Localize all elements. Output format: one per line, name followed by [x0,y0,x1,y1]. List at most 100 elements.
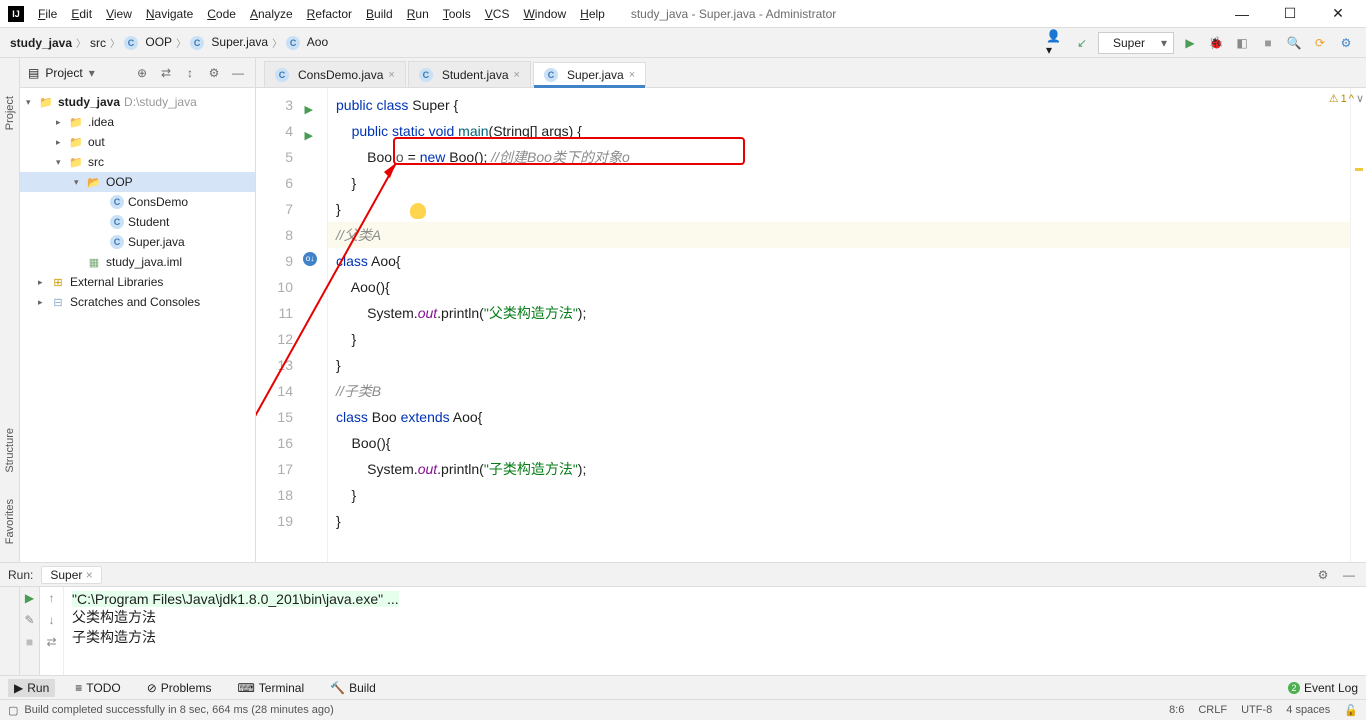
breadcrumb-item[interactable]: C OOP [124,35,172,50]
bottom-tab-terminal[interactable]: ⌨Terminal [231,679,310,697]
tree-item[interactable]: ▸📁.idea [20,112,255,132]
tree-item[interactable]: ▾📁src [20,152,255,172]
sync-icon[interactable]: ⟳ [1310,33,1330,53]
event-log-button[interactable]: 2 Event Log [1288,681,1358,695]
tree-item[interactable]: CSuper.java [20,232,255,252]
code-line[interactable]: System.out.println("父类构造方法"); [328,300,1350,326]
code-line[interactable]: public class Super { [328,92,1350,118]
maximize-button[interactable]: ☐ [1270,2,1310,26]
tree-item[interactable]: ▸📁out [20,132,255,152]
editor-tab[interactable]: CConsDemo.java× [264,61,406,87]
code-line[interactable]: } [328,326,1350,352]
coverage-button[interactable]: ◧ [1232,33,1252,53]
bottom-tab-problems[interactable]: ⊘Problems [141,679,218,697]
breadcrumb-item[interactable]: study_java [10,36,72,50]
menu-run[interactable]: Run [401,3,435,25]
code-line[interactable]: } [328,352,1350,378]
minimize-button[interactable]: — [1222,2,1262,26]
warnings-badge[interactable]: ⚠1 ^ ∨ [1329,92,1364,105]
tree-item[interactable]: CConsDemo [20,192,255,212]
run-config-selector[interactable]: Super ▾ [1098,32,1174,54]
structure-tool-tab[interactable]: Structure [4,420,16,481]
status-indicator-icon[interactable]: ▢ [8,704,18,717]
menu-edit[interactable]: Edit [65,3,98,25]
select-opened-icon[interactable]: ⊕ [133,64,151,82]
breadcrumb-item[interactable]: src [90,36,106,50]
code-line[interactable]: System.out.println("子类构造方法"); [328,456,1350,482]
collapse-icon[interactable]: ↕ [181,64,199,82]
menu-navigate[interactable]: Navigate [140,3,199,25]
build-icon[interactable]: ↙ [1072,33,1092,53]
editor-tab[interactable]: CSuper.java× [533,62,646,88]
menu-code[interactable]: Code [201,3,242,25]
search-icon[interactable]: 🔍 [1284,33,1304,53]
file-encoding[interactable]: UTF-8 [1241,704,1272,717]
settings-icon[interactable]: ⚙ [1336,33,1356,53]
indent-setting[interactable]: 4 spaces [1286,704,1330,717]
run-tab[interactable]: Super × [41,566,101,584]
code-line[interactable]: Aoo(){ [328,274,1350,300]
bottom-tab-build[interactable]: 🔨Build [324,679,382,697]
code-line[interactable]: } [328,196,1350,222]
expand-icon[interactable]: ⇄ [157,64,175,82]
user-icon[interactable]: 👤▾ [1046,33,1066,53]
warning-mark[interactable] [1355,168,1363,171]
code-line[interactable]: } [328,508,1350,534]
readonly-lock-icon[interactable]: 🔓 [1344,704,1358,717]
code-line[interactable]: class Aoo{ [328,248,1350,274]
tree-root[interactable]: ▾ 📁 study_java D:\study_java [20,92,255,112]
project-view-icon[interactable]: ▤ [28,66,39,80]
line-separator[interactable]: CRLF [1198,704,1227,717]
console-output[interactable]: "C:\Program Files\Java\jdk1.8.0_201\bin\… [64,587,1366,675]
hide-panel-icon[interactable]: — [229,64,247,82]
caret-position[interactable]: 8:6 [1169,704,1184,717]
close-tab-icon[interactable]: × [388,69,394,81]
code-line[interactable]: class Boo extends Aoo{ [328,404,1350,430]
run-hide-icon[interactable]: — [1340,566,1358,584]
favorites-tool-tab[interactable]: Favorites [4,491,16,552]
menu-analyze[interactable]: Analyze [244,3,299,25]
code-line[interactable]: //父类A [328,222,1350,248]
code-area[interactable]: 3▶4▶56789o↓10111213141516171819 public c… [256,88,1366,562]
code-line[interactable]: } [328,482,1350,508]
code-line[interactable]: //子类B [328,378,1350,404]
gear-icon[interactable]: ⚙ [205,64,223,82]
code-line[interactable]: } [328,170,1350,196]
breadcrumb-item[interactable]: C Super.java [190,35,268,50]
wrap-icon[interactable]: ⇄ [46,635,56,649]
stop-run-icon[interactable]: ■ [26,635,33,649]
editor-tab[interactable]: CStudent.java× [408,61,531,87]
debug-button[interactable]: 🐞 [1206,33,1226,53]
run-tool-icon[interactable]: ✎ [24,613,34,627]
menu-refactor[interactable]: Refactor [301,3,358,25]
project-tree[interactable]: ▾ 📁 study_java D:\study_java ▸📁.idea▸📁ou… [20,88,255,562]
menu-vcs[interactable]: VCS [479,3,516,25]
close-button[interactable]: ✕ [1318,2,1358,26]
project-tool-tab[interactable]: Project [4,88,16,138]
tree-item[interactable]: ▸⊞External Libraries [20,272,255,292]
up-icon[interactable]: ↑ [49,591,55,605]
menu-help[interactable]: Help [574,3,611,25]
stop-button[interactable]: ■ [1258,33,1278,53]
breadcrumb-item[interactable]: C Aoo [286,35,328,50]
menu-tools[interactable]: Tools [437,3,477,25]
close-tab-icon[interactable]: × [629,69,635,81]
code-line[interactable]: Boo(){ [328,430,1350,456]
error-stripe[interactable]: ⚠1 ^ ∨ [1350,88,1366,562]
tree-item[interactable]: ▸⊟Scratches and Consoles [20,292,255,312]
run-settings-icon[interactable]: ⚙ [1314,566,1332,584]
menu-window[interactable]: Window [517,3,572,25]
tree-item[interactable]: ▦study_java.iml [20,252,255,272]
down-icon[interactable]: ↓ [49,613,55,627]
tree-item[interactable]: CStudent [20,212,255,232]
menu-file[interactable]: File [32,3,63,25]
rerun-icon[interactable]: ▶ [25,591,34,605]
intention-bulb-icon[interactable] [410,203,426,219]
close-tab-icon[interactable]: × [514,69,520,81]
override-gutter-icon[interactable]: o↓ [303,252,317,266]
bottom-tab-todo[interactable]: ≡TODO [69,679,126,697]
tree-item[interactable]: ▾📂OOP [20,172,255,192]
menu-build[interactable]: Build [360,3,399,25]
run-button[interactable]: ▶ [1180,33,1200,53]
menu-view[interactable]: View [100,3,138,25]
